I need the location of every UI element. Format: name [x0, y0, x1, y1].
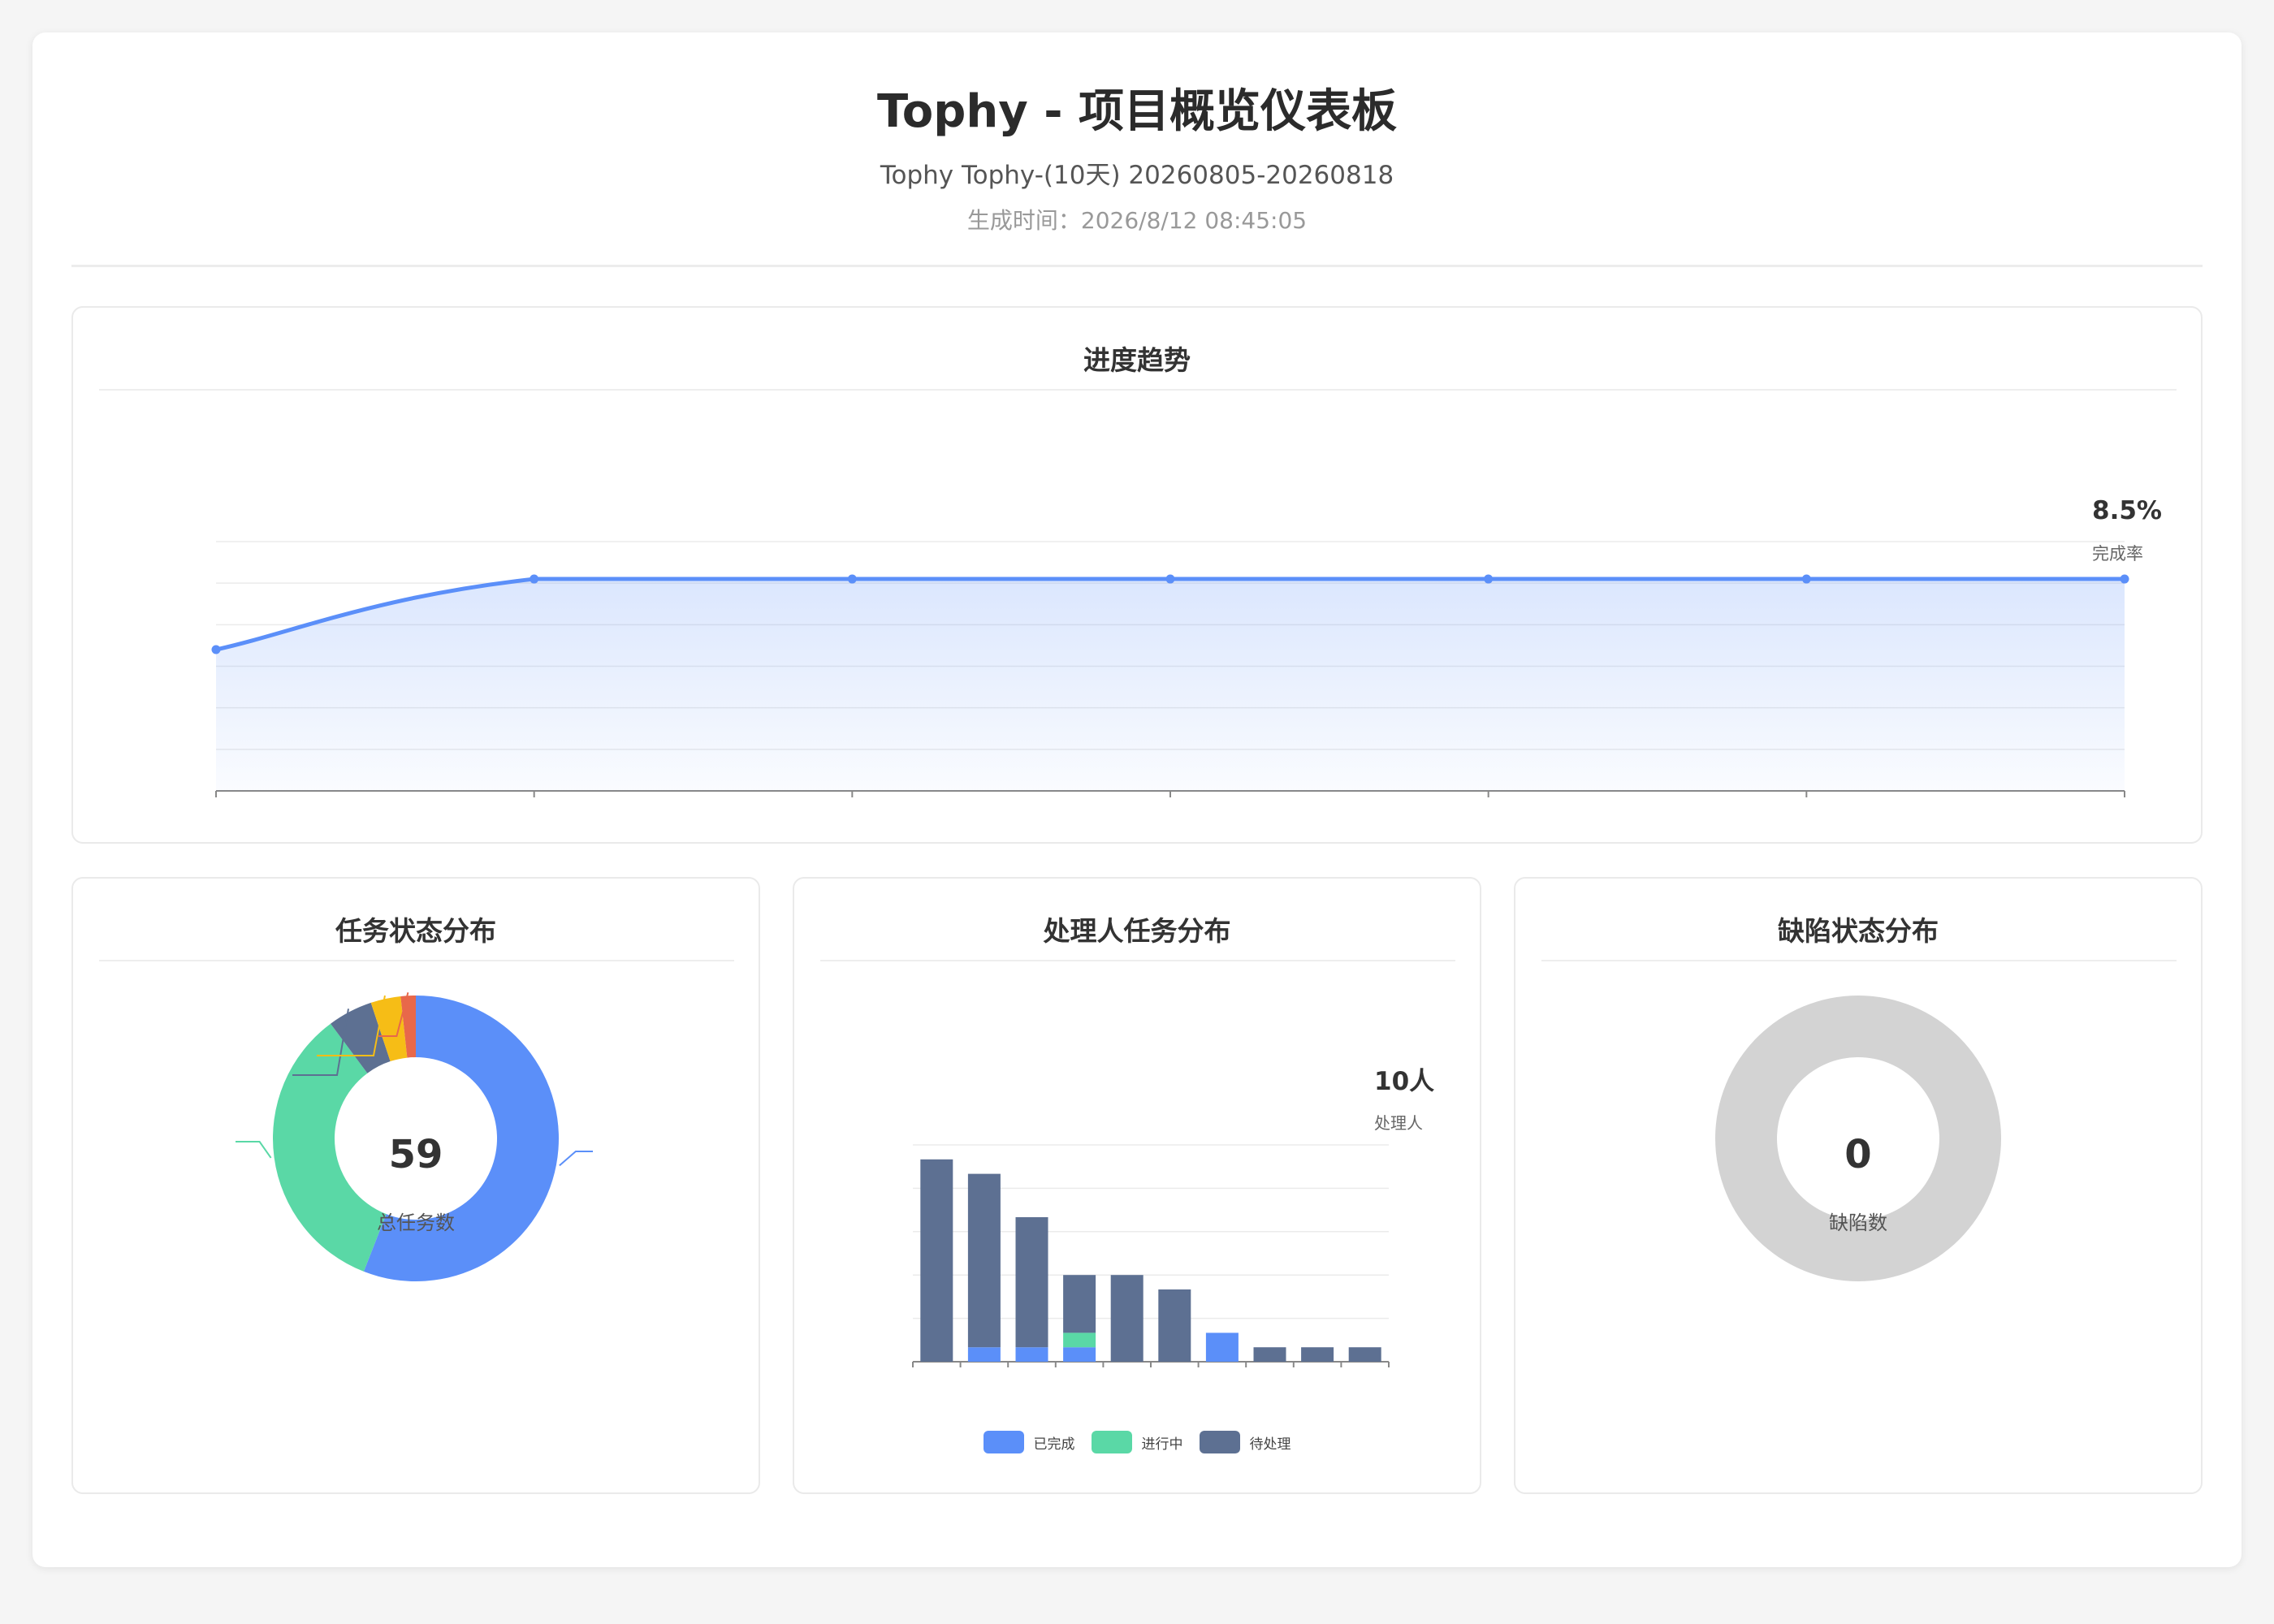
- dashboard-page: Tophy - 项目概览仪表板 Tophy Tophy-(10天) 202608…: [32, 32, 2242, 1567]
- page-subtitle: Tophy Tophy-(10天) 20260805-20260818: [880, 161, 1394, 190]
- legend-label: 已完成: [1033, 1436, 1075, 1453]
- bar-segment: [920, 1159, 953, 1362]
- total-tasks-value: 59: [389, 1132, 443, 1177]
- slice-leader-line: [236, 1141, 272, 1159]
- defect-card-title: 缺陷状态分布: [1778, 915, 1939, 947]
- task-status-donut: 59 总任务数: [236, 992, 593, 1281]
- header-divider: [71, 265, 2203, 267]
- progress-trend-chart: 8.5% 完成率: [211, 496, 2162, 797]
- total-tasks-label: 总任务数: [377, 1212, 455, 1234]
- bar-legend: 已完成 进行中 待处理: [794, 1431, 1480, 1458]
- bar-segment: [1015, 1217, 1048, 1348]
- bar-segment: [1158, 1289, 1191, 1362]
- assignee-count-value: 10人: [1374, 1067, 1434, 1096]
- progress-card-title: 进度趋势: [1083, 344, 1191, 376]
- legend-item[interactable]: 待处理: [1199, 1431, 1291, 1453]
- assignee-distribution-card: 处理人任务分布 10人 处理人 已完成 进行中 待处理: [793, 877, 1481, 1494]
- generated-time: 生成时间：2026/8/12 08:45:05: [966, 207, 1308, 234]
- assignee-bar-chart: 10人 处理人: [912, 1067, 1434, 1367]
- progress-area: [216, 579, 2125, 791]
- legend-swatch: [983, 1431, 1024, 1453]
- progress-point: [1801, 574, 1811, 584]
- bar-segment: [1063, 1332, 1096, 1348]
- bar-segment: [967, 1347, 1001, 1362]
- task-status-title: 任务状态分布: [335, 915, 496, 947]
- progress-point: [2120, 574, 2129, 584]
- progress-point: [1165, 574, 1175, 584]
- completion-rate-value: 8.5%: [2092, 496, 2162, 525]
- defect-count-label: 缺陷数: [1829, 1212, 1887, 1234]
- assignee-count-label: 处理人: [1374, 1113, 1423, 1133]
- bar-segment: [1301, 1347, 1334, 1362]
- legend-item[interactable]: 已完成: [983, 1431, 1075, 1453]
- progress-point: [847, 574, 857, 584]
- legend-swatch: [1199, 1431, 1240, 1453]
- bar-segment: [1348, 1347, 1381, 1362]
- legend-label: 进行中: [1141, 1436, 1183, 1453]
- assignee-card-title: 处理人任务分布: [1043, 915, 1231, 947]
- progress-point: [530, 574, 539, 584]
- progress-point: [1484, 574, 1494, 584]
- bar-segment: [1110, 1275, 1143, 1362]
- bar-segment: [1205, 1332, 1239, 1362]
- page-title: Tophy - 项目概览仪表板: [877, 85, 1397, 138]
- defect-status-donut: 0 缺陷数: [1715, 996, 2001, 1281]
- task-status-card: 任务状态分布 59 总任务数: [71, 877, 760, 1494]
- bar-segment: [1015, 1347, 1048, 1362]
- bar-segment: [1063, 1275, 1096, 1333]
- bar-segment: [1253, 1347, 1286, 1362]
- bar-segment: [1063, 1347, 1096, 1362]
- defect-status-card: 缺陷状态分布 0 缺陷数: [1514, 877, 2203, 1494]
- slice-leader-line: [559, 1151, 593, 1167]
- legend-label: 待处理: [1249, 1436, 1291, 1453]
- defect-count-value: 0: [1844, 1132, 1871, 1177]
- bar-segment: [967, 1173, 1001, 1348]
- progress-point: [211, 645, 221, 654]
- legend-swatch: [1091, 1431, 1132, 1453]
- legend-item[interactable]: 进行中: [1091, 1431, 1183, 1453]
- progress-trend-card: 进度趋势 8.5% 完成率: [71, 306, 2203, 844]
- completion-rate-label: 完成率: [2092, 544, 2143, 564]
